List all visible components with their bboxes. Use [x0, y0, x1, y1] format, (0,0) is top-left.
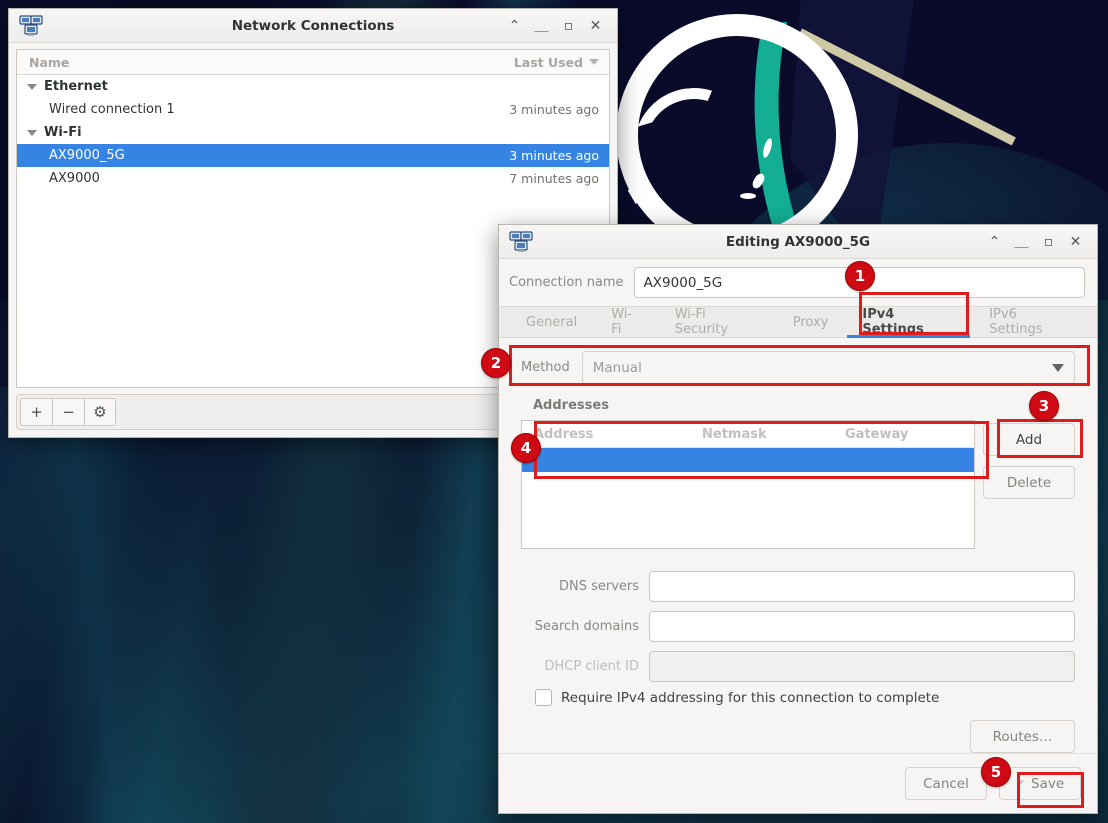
settings-tabbar: General Wi-Fi Wi-Fi Security Proxy IPv4 … — [499, 306, 1097, 338]
method-label: Method — [521, 360, 570, 375]
column-header-last-used[interactable]: Last Used — [514, 55, 609, 70]
tab-proxy[interactable]: Proxy — [776, 307, 846, 337]
search-domains-row: Search domains — [521, 611, 1075, 642]
edit-connection-dialog: Editing AX9000_5G ⌃ ＿ ▫ ✕ Connection nam… — [498, 224, 1098, 814]
dns-servers-input[interactable] — [649, 571, 1075, 602]
maximize-button[interactable]: ▫ — [1041, 234, 1056, 249]
addresses-section-title: Addresses — [533, 398, 609, 413]
addresses-table[interactable]: Address Netmask Gateway — [521, 420, 975, 549]
shade-button[interactable]: ⌃ — [507, 18, 522, 33]
edit-dialog-titlebar[interactable]: Editing AX9000_5G ⌃ ＿ ▫ ✕ — [499, 225, 1097, 259]
ipv4-extra-fields: DNS servers Search domains DHCP client I… — [521, 571, 1075, 682]
dhcp-client-id-input — [649, 651, 1075, 682]
list-item-wired-connection-1[interactable]: Wired connection 1 3 minutes ago — [17, 98, 609, 121]
edit-dialog-window-buttons: ⌃ ＿ ▫ ✕ — [987, 234, 1091, 249]
connections-list-header: Name Last Used — [17, 50, 609, 75]
column-header-address: Address — [534, 426, 594, 442]
cancel-button[interactable]: Cancel — [905, 767, 987, 800]
maximize-button[interactable]: ▫ — [561, 18, 576, 33]
connection-name-row: Connection name AX9000_5G — [499, 259, 1097, 306]
tab-wifi[interactable]: Wi-Fi — [594, 307, 657, 337]
addresses-area: Address Netmask Gateway Add Delete — [521, 420, 1075, 549]
list-group-ethernet[interactable]: Ethernet — [17, 75, 609, 98]
tab-ipv4-settings[interactable]: IPv4 Settings — [845, 307, 972, 338]
table-row[interactable] — [522, 448, 974, 472]
network-connections-titlebar[interactable]: Network Connections ⌃ ＿ ▫ ✕ — [9, 9, 617, 43]
search-domains-label: Search domains — [534, 619, 639, 634]
network-connections-icon — [509, 230, 533, 253]
column-header-netmask: Netmask — [702, 426, 767, 442]
list-item-last-used: 3 minutes ago — [509, 148, 599, 163]
tab-ipv6-settings[interactable]: IPv6 Settings — [972, 307, 1087, 337]
addresses-table-header: Address Netmask Gateway — [522, 421, 974, 448]
method-selected-value: Manual — [592, 359, 642, 376]
method-row: Method Manual — [521, 348, 1075, 384]
list-item-last-used: 7 minutes ago — [509, 171, 599, 186]
list-item-ax9000[interactable]: AX9000 7 minutes ago — [17, 167, 609, 190]
chevron-down-icon[interactable] — [27, 83, 37, 90]
column-header-gateway: Gateway — [845, 426, 909, 442]
require-ipv4-row[interactable]: Require IPv4 addressing for this connect… — [535, 689, 1075, 706]
addresses-buttons: Add Delete — [983, 420, 1075, 499]
routes-row: Routes… — [521, 720, 1075, 753]
dhcp-client-id-row: DHCP client ID — [521, 651, 1075, 682]
list-item-last-used: 3 minutes ago — [509, 102, 599, 117]
list-item-ax9000-5g[interactable]: AX9000_5G 3 minutes ago — [17, 144, 609, 167]
close-button[interactable]: ✕ — [588, 18, 603, 33]
search-domains-input[interactable] — [649, 611, 1075, 642]
minimize-button[interactable]: ＿ — [1014, 234, 1029, 249]
save-button[interactable]: ✔ Save — [999, 767, 1081, 800]
check-icon: ✔ — [1015, 777, 1026, 790]
dhcp-client-id-label: DHCP client ID — [544, 659, 639, 674]
connection-name-label: Connection name — [509, 275, 624, 290]
tab-wifi-security[interactable]: Wi-Fi Security — [658, 307, 776, 337]
list-item-label: AX9000 — [49, 171, 100, 186]
shade-button[interactable]: ⌃ — [987, 234, 1002, 249]
close-button[interactable]: ✕ — [1068, 234, 1083, 249]
add-address-button[interactable]: Add — [983, 423, 1075, 456]
step-badge-4: 4 — [511, 433, 541, 463]
require-ipv4-checkbox[interactable] — [535, 689, 552, 706]
chevron-down-icon[interactable] — [27, 129, 37, 136]
dns-servers-row: DNS servers — [521, 571, 1075, 602]
step-badge-2: 2 — [481, 348, 511, 378]
dns-servers-label: DNS servers — [558, 579, 639, 594]
list-group-label: Wi-Fi — [44, 125, 82, 140]
sort-descending-icon — [589, 59, 599, 65]
step-badge-5: 5 — [981, 757, 1011, 787]
network-connections-icon — [19, 14, 43, 37]
step-badge-1: 1 — [845, 261, 875, 291]
list-item-label: AX9000_5G — [49, 148, 125, 163]
list-group-label: Ethernet — [44, 79, 108, 94]
add-connection-button[interactable]: + — [20, 398, 52, 426]
method-dropdown[interactable]: Manual — [581, 351, 1075, 384]
wallpaper-brush-circle — [612, 10, 862, 260]
list-group-wifi[interactable]: Wi-Fi — [17, 121, 609, 144]
delete-address-button[interactable]: Delete — [983, 466, 1075, 499]
remove-connection-button[interactable]: − — [52, 398, 84, 426]
routes-button[interactable]: Routes… — [970, 720, 1075, 753]
step-badge-3: 3 — [1029, 391, 1059, 421]
column-header-name[interactable]: Name — [17, 55, 514, 70]
require-ipv4-label: Require IPv4 addressing for this connect… — [561, 689, 940, 706]
tab-general[interactable]: General — [509, 307, 594, 337]
minimize-button[interactable]: ＿ — [534, 18, 549, 33]
list-item-label: Wired connection 1 — [49, 102, 175, 117]
column-header-last-used-label: Last Used — [513, 54, 583, 70]
ipv4-settings-panel: Method Manual Addresses Address Netmask … — [499, 338, 1097, 753]
save-button-label: Save — [1031, 775, 1065, 792]
chevron-down-icon — [1052, 363, 1064, 372]
network-connections-window-buttons: ⌃ ＿ ▫ ✕ — [507, 18, 611, 33]
edit-connection-button[interactable]: ⚙ — [84, 398, 116, 426]
